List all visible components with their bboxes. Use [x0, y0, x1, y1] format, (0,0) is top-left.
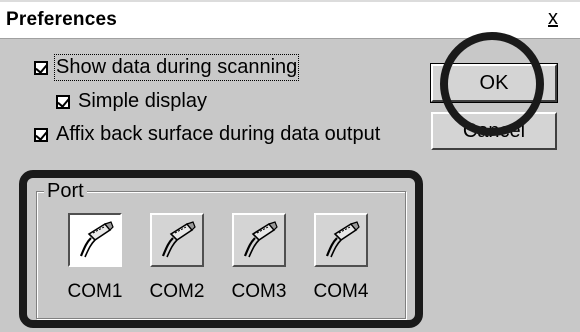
port-com1[interactable]: COM1 [50, 213, 140, 303]
port-legend: Port [44, 180, 87, 203]
serial-cable-icon[interactable] [68, 213, 122, 267]
close-button[interactable]: x [548, 8, 558, 28]
preferences-dialog: Preferences x Show data during scanning … [0, 0, 580, 332]
serial-cable-icon[interactable] [232, 213, 286, 267]
affix-back-checkbox[interactable]: Affix back surface during data output [34, 123, 380, 146]
show-data-checkbox[interactable]: Show data during scanning [34, 54, 300, 81]
affix-back-checkbox-box[interactable] [34, 127, 48, 142]
serial-cable-icon[interactable] [150, 213, 204, 267]
port-com2[interactable]: COM2 [132, 213, 222, 303]
cancel-button[interactable]: Cancel [431, 112, 557, 150]
show-data-label: Show data during scanning [53, 54, 300, 81]
affix-back-label: Affix back surface during data output [56, 123, 381, 145]
window-title: Preferences [6, 9, 117, 30]
port-com2-label: COM2 [149, 281, 205, 302]
port-com1-label: COM1 [67, 281, 123, 302]
port-com3[interactable]: COM3 [214, 213, 304, 303]
ok-button[interactable]: OK [430, 63, 558, 103]
serial-cable-icon[interactable] [314, 213, 368, 267]
port-com4[interactable]: COM4 [296, 213, 386, 303]
simple-display-checkbox-box[interactable] [56, 94, 70, 109]
port-com4-label: COM4 [313, 281, 369, 302]
port-com3-label: COM3 [231, 281, 287, 302]
show-data-checkbox-box[interactable] [34, 60, 48, 75]
simple-display-checkbox[interactable]: Simple display [56, 90, 207, 113]
simple-display-label: Simple display [78, 90, 207, 112]
title-bar: Preferences x [0, 0, 580, 38]
